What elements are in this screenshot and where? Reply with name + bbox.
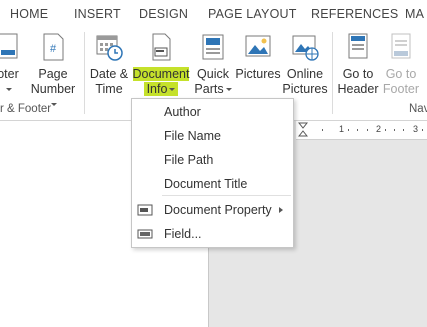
tab-insert[interactable]: INSERT xyxy=(74,7,121,21)
menu-item-document-property[interactable]: Document Property xyxy=(132,199,293,221)
online-pictures-label-2: Pictures xyxy=(282,82,328,96)
pictures-button[interactable]: Pictures xyxy=(235,30,281,100)
chevron-down-icon xyxy=(51,103,57,107)
page-number-label-1: Page xyxy=(38,67,68,81)
quick-parts-label-2: Parts xyxy=(194,82,224,96)
menu-item-file-path[interactable]: File Path xyxy=(132,149,293,171)
menu-separator xyxy=(162,195,291,196)
page-number-icon: # xyxy=(43,33,64,61)
date-time-label-1: Date & xyxy=(89,67,129,81)
menu-item-document-title[interactable]: Document Title xyxy=(132,173,293,195)
online-pictures-icon xyxy=(292,35,319,61)
online-pictures-label-1: Online xyxy=(286,67,324,81)
field-icon xyxy=(137,229,153,239)
goto-footer-label-1: Go to xyxy=(385,67,417,81)
chevron-down-icon xyxy=(6,88,12,92)
tab-references[interactable]: REFERENCES xyxy=(311,7,398,21)
goto-footer-label-2: Footer xyxy=(382,82,420,96)
indent-marker-icon[interactable] xyxy=(298,122,308,138)
footer-icon xyxy=(0,33,18,59)
chevron-down-icon xyxy=(169,88,176,92)
horizontal-ruler[interactable]: 1 2 3 xyxy=(296,121,427,140)
date-time-button[interactable]: Date & Time xyxy=(88,30,130,100)
goto-footer-icon xyxy=(391,33,411,59)
ruler-ticks xyxy=(322,129,423,131)
quick-parts-icon xyxy=(202,34,224,60)
group-label-header-footer: r & Footer xyxy=(0,103,52,115)
group-label-navigation: Nav xyxy=(409,103,427,115)
goto-header-icon xyxy=(348,33,368,59)
tab-home[interactable]: HOME xyxy=(10,7,48,21)
document-info-menu: Author File Name File Path Document Titl… xyxy=(131,98,294,248)
goto-footer-button[interactable]: Go to Footer xyxy=(381,30,421,100)
calendar-clock-icon xyxy=(96,35,123,61)
goto-header-button[interactable]: Go to Header xyxy=(336,30,380,100)
group-separator xyxy=(332,32,333,114)
document-info-label-2: Info xyxy=(146,82,168,96)
tab-page-layout[interactable]: PAGE LAYOUT xyxy=(208,7,297,21)
menu-item-file-name[interactable]: File Name xyxy=(132,125,293,147)
footer-label: oter xyxy=(0,67,19,81)
menu-item-field[interactable]: Field... xyxy=(132,223,293,245)
pictures-icon xyxy=(245,35,271,57)
quick-parts-button[interactable]: Quick Parts xyxy=(193,30,233,100)
tab-design[interactable]: DESIGN xyxy=(139,7,188,21)
document-info-label-1: Document xyxy=(132,67,190,81)
chevron-down-icon xyxy=(225,88,232,92)
group-separator xyxy=(84,32,85,114)
footer-button[interactable]: oter xyxy=(0,30,24,100)
chevron-right-icon xyxy=(279,207,283,213)
document-info-button[interactable]: Document Info xyxy=(131,30,191,100)
goto-header-label-2: Header xyxy=(337,82,379,96)
tab-mailings[interactable]: MA xyxy=(405,7,424,21)
page-number-label-2: Number xyxy=(30,82,76,96)
goto-header-label-1: Go to xyxy=(342,67,374,81)
online-pictures-button[interactable]: Online Pictures xyxy=(282,30,328,100)
pictures-label: Pictures xyxy=(235,67,281,81)
document-property-icon xyxy=(137,204,153,216)
page-number-button[interactable]: # Page Number xyxy=(28,30,78,107)
quick-parts-label-1: Quick xyxy=(197,67,229,81)
ribbon-tab-bar: HOME INSERT DESIGN PAGE LAYOUT REFERENCE… xyxy=(0,0,427,28)
date-time-label-2: Time xyxy=(95,82,123,96)
svg-text:#: # xyxy=(50,43,57,55)
document-info-icon xyxy=(152,33,171,61)
menu-item-author[interactable]: Author xyxy=(132,101,293,123)
